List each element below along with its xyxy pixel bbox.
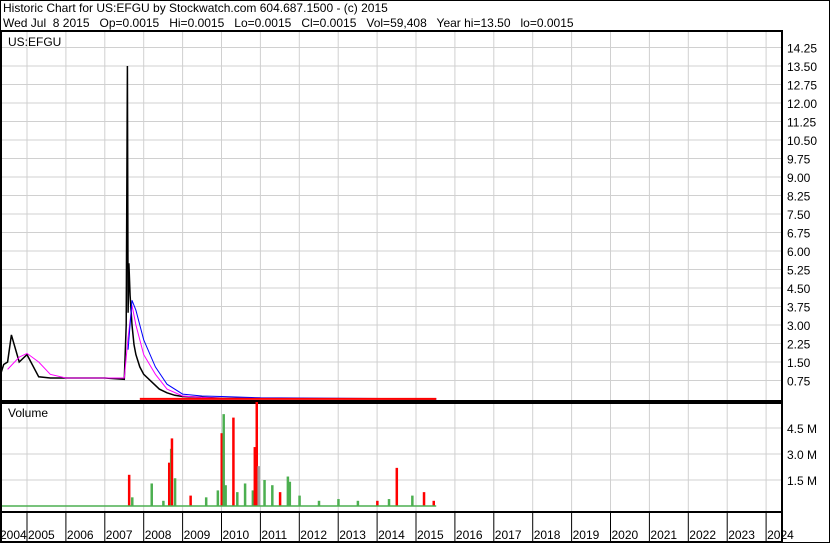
volume-bar <box>131 497 134 506</box>
volume-bar <box>422 492 426 506</box>
y-tick-label: 11.25 <box>787 115 816 129</box>
volume-bar <box>395 467 399 506</box>
plot-background <box>0 31 830 543</box>
y-tick-label: 2.25 <box>787 337 811 351</box>
y-tick-label: 10.50 <box>787 134 817 148</box>
x-tick-label: 2016 <box>456 528 483 542</box>
volume-bar <box>173 478 177 506</box>
volume-bar <box>127 474 131 506</box>
x-tick-label: 2009 <box>184 528 211 542</box>
y-tick-label: 12.75 <box>787 78 817 92</box>
y-tick-label: 3.75 <box>787 300 811 314</box>
volume-panel-label: Volume <box>8 406 48 420</box>
x-tick-label: 2023 <box>728 528 755 542</box>
x-tick-label: 2021 <box>650 528 677 542</box>
volume-bar <box>356 500 360 506</box>
y-tick-label: 0.75 <box>787 374 811 388</box>
x-tick-label: 2008 <box>145 528 172 542</box>
volume-bar <box>216 490 220 506</box>
x-tick-label: 2020 <box>612 528 639 542</box>
price-panel-label: US:EFGU <box>8 35 61 49</box>
x-tick-label: 2018 <box>534 528 561 542</box>
volume-bar <box>432 500 436 506</box>
volume-bar <box>224 485 227 506</box>
volume-bar <box>278 492 282 506</box>
y-tick-label: 8.25 <box>787 189 811 203</box>
volume-bar <box>189 495 192 506</box>
y-tick-label: 14.25 <box>787 41 817 55</box>
volume-bar <box>271 485 274 506</box>
volume-bar <box>150 483 153 506</box>
y-tick-label: 6.00 <box>787 245 811 259</box>
x-tick-label: 2014 <box>378 528 405 542</box>
volume-bar <box>387 499 391 506</box>
volume-bar <box>204 497 208 506</box>
y-tick-label: 6.75 <box>787 226 811 240</box>
volume-bar <box>257 466 260 506</box>
x-tick-label: 2013 <box>339 528 366 542</box>
y-tick-label: 7.50 <box>787 208 811 222</box>
y-tick-label: 5.25 <box>787 263 811 277</box>
volume-bar <box>263 480 266 506</box>
x-tick-label: 2006 <box>67 528 94 542</box>
y-tick-label: 3.00 <box>787 319 811 333</box>
x-tick-label: 2005 <box>28 528 55 542</box>
y-tick-label: 9.75 <box>787 152 811 166</box>
x-tick-label: 2012 <box>300 528 327 542</box>
y-tick-label: 4.50 <box>787 282 811 296</box>
volume-bar <box>232 417 235 506</box>
volume-bar <box>288 481 292 506</box>
y-tick-label: 9.00 <box>787 171 811 185</box>
x-tick-label: 2015 <box>417 528 444 542</box>
x-tick-label: 2017 <box>495 528 522 542</box>
y-tick-label: 12.00 <box>787 97 817 111</box>
x-tick-label: 2011 <box>261 528 287 542</box>
x-tick-label: 2022 <box>689 528 716 542</box>
volume-bar <box>337 499 340 506</box>
x-tick-label: 2004 <box>0 528 27 542</box>
volume-bar <box>243 483 247 506</box>
volume-bar <box>411 495 414 506</box>
volume-tick-label: 4.5 M <box>787 422 817 436</box>
x-tick-label: 2010 <box>223 528 250 542</box>
volume-bar <box>298 495 301 506</box>
chart-window: Historic Chart for US:EFGU by Stockwatch… <box>0 0 830 543</box>
y-tick-label: 13.50 <box>787 60 817 74</box>
x-tick-label: 2007 <box>106 528 133 542</box>
volume-bar <box>376 500 379 506</box>
x-tick-label: 2024 <box>767 528 794 542</box>
volume-tick-label: 3.0 M <box>787 448 817 462</box>
y-tick-label: 1.50 <box>787 356 811 370</box>
volume-bar <box>317 500 321 506</box>
volume-tick-label: 1.5 M <box>787 474 817 488</box>
volume-bar <box>236 492 239 506</box>
volume-bar <box>162 500 165 506</box>
volume-bar <box>170 438 174 506</box>
chart-canvas: 2004 2005 2006 2007 2008 2009 2010 2011 2012 2013… <box>0 0 830 543</box>
x-tick-label: 2019 <box>573 528 600 542</box>
